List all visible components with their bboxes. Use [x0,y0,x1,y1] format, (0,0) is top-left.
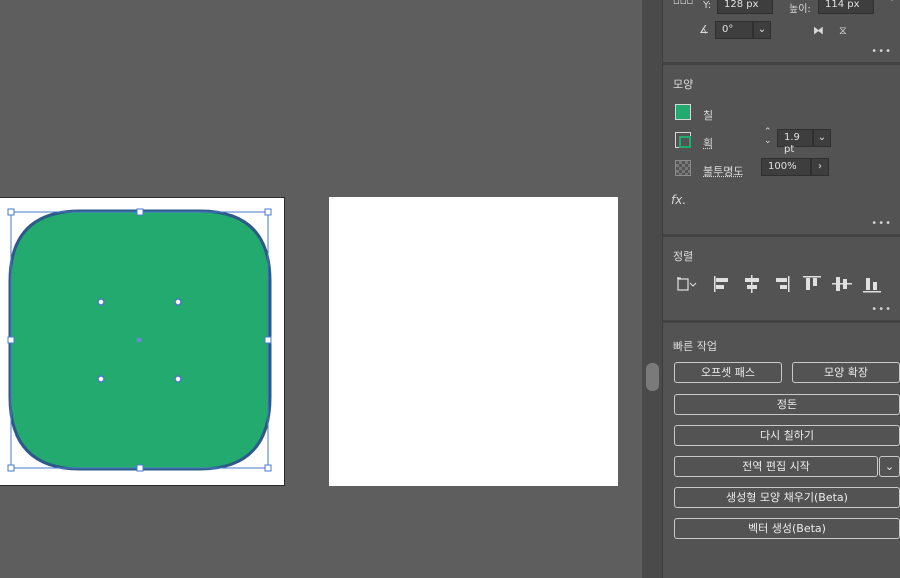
stroke-dropdown-chevron-icon[interactable]: ⌄ [813,129,831,147]
arrange-button[interactable]: 정돈 [674,394,900,415]
fx-effects-icon[interactable]: fx. [671,193,686,207]
align-vertical-center-icon[interactable] [831,274,853,294]
generative-shape-fill-button[interactable]: 생성형 모양 채우기(Beta) [674,487,900,508]
opacity-field[interactable]: 100% [761,158,811,176]
stroke-label[interactable]: 획 [703,135,713,151]
appearance-title: 모양 [673,78,694,91]
properties-panel: ▫▫▫ Y: 128 px 높이: 114 px ∘ ∡ 0° ⌄ ⧓ ⧖ ••… [662,0,900,578]
global-edit-chevron-down-icon[interactable]: ⌄ [879,456,900,477]
scrollbar-thumb[interactable] [646,363,659,391]
appearance-more-options[interactable]: ••• [871,218,892,229]
expand-shape-button[interactable]: 모양 확장 [792,362,900,383]
quick-actions-title: 빠른 작업 [673,340,717,353]
rotate-angle-icon: ∡ [699,23,709,36]
section-divider [663,320,900,323]
canvas-area[interactable] [0,0,642,578]
fill-swatch[interactable] [675,104,691,120]
align-bottom-icon[interactable] [861,274,883,294]
stroke-stepper-icon[interactable]: ⌃ ⌄ [764,128,772,146]
flip-vertical-icon[interactable]: ⧖ [839,24,847,38]
align-to-selection-icon[interactable] [675,274,697,294]
align-right-icon[interactable] [771,274,793,294]
selected-rounded-square[interactable] [0,197,290,487]
generate-vector-button[interactable]: 벡터 생성(Beta) [674,518,900,539]
flip-horizontal-icon[interactable]: ⧓ [813,24,824,37]
chain-icon[interactable]: ∘ [889,0,895,5]
align-top-icon[interactable] [801,274,823,294]
height-field[interactable]: 114 px [818,0,874,14]
align-horizontal-center-icon[interactable] [741,274,763,294]
opacity-icon [675,160,691,176]
transform-more-options[interactable]: ••• [871,46,892,57]
artboard-2[interactable] [329,197,618,486]
angle-dropdown-chevron-icon[interactable]: ⌄ [753,21,771,39]
section-divider [663,234,900,237]
angle-field[interactable]: 0° [715,21,753,39]
vertical-scrollbar[interactable] [642,0,662,578]
stroke-swatch[interactable] [675,132,691,148]
y-label: Y: [703,0,712,11]
align-left-icon[interactable] [711,274,733,294]
align-more-options[interactable]: ••• [871,304,892,315]
global-edit-button[interactable]: 전역 편집 시작 [674,456,878,477]
align-title: 정렬 [673,250,694,263]
opacity-chevron-right-icon[interactable]: › [811,158,829,176]
reference-point-icon[interactable]: ▫▫▫ [673,0,693,7]
y-field[interactable]: 128 px [717,0,773,14]
recolor-button[interactable]: 다시 칠하기 [674,425,900,446]
height-label: 높이: [789,4,811,15]
offset-path-button[interactable]: 오프셋 패스 [674,362,782,383]
section-divider [663,62,900,65]
center-point [136,337,142,343]
opacity-label[interactable]: 불투명도 [703,163,743,179]
fill-label[interactable]: 칠 [703,107,713,123]
stroke-weight-field[interactable]: 1.9 pt [777,129,813,155]
